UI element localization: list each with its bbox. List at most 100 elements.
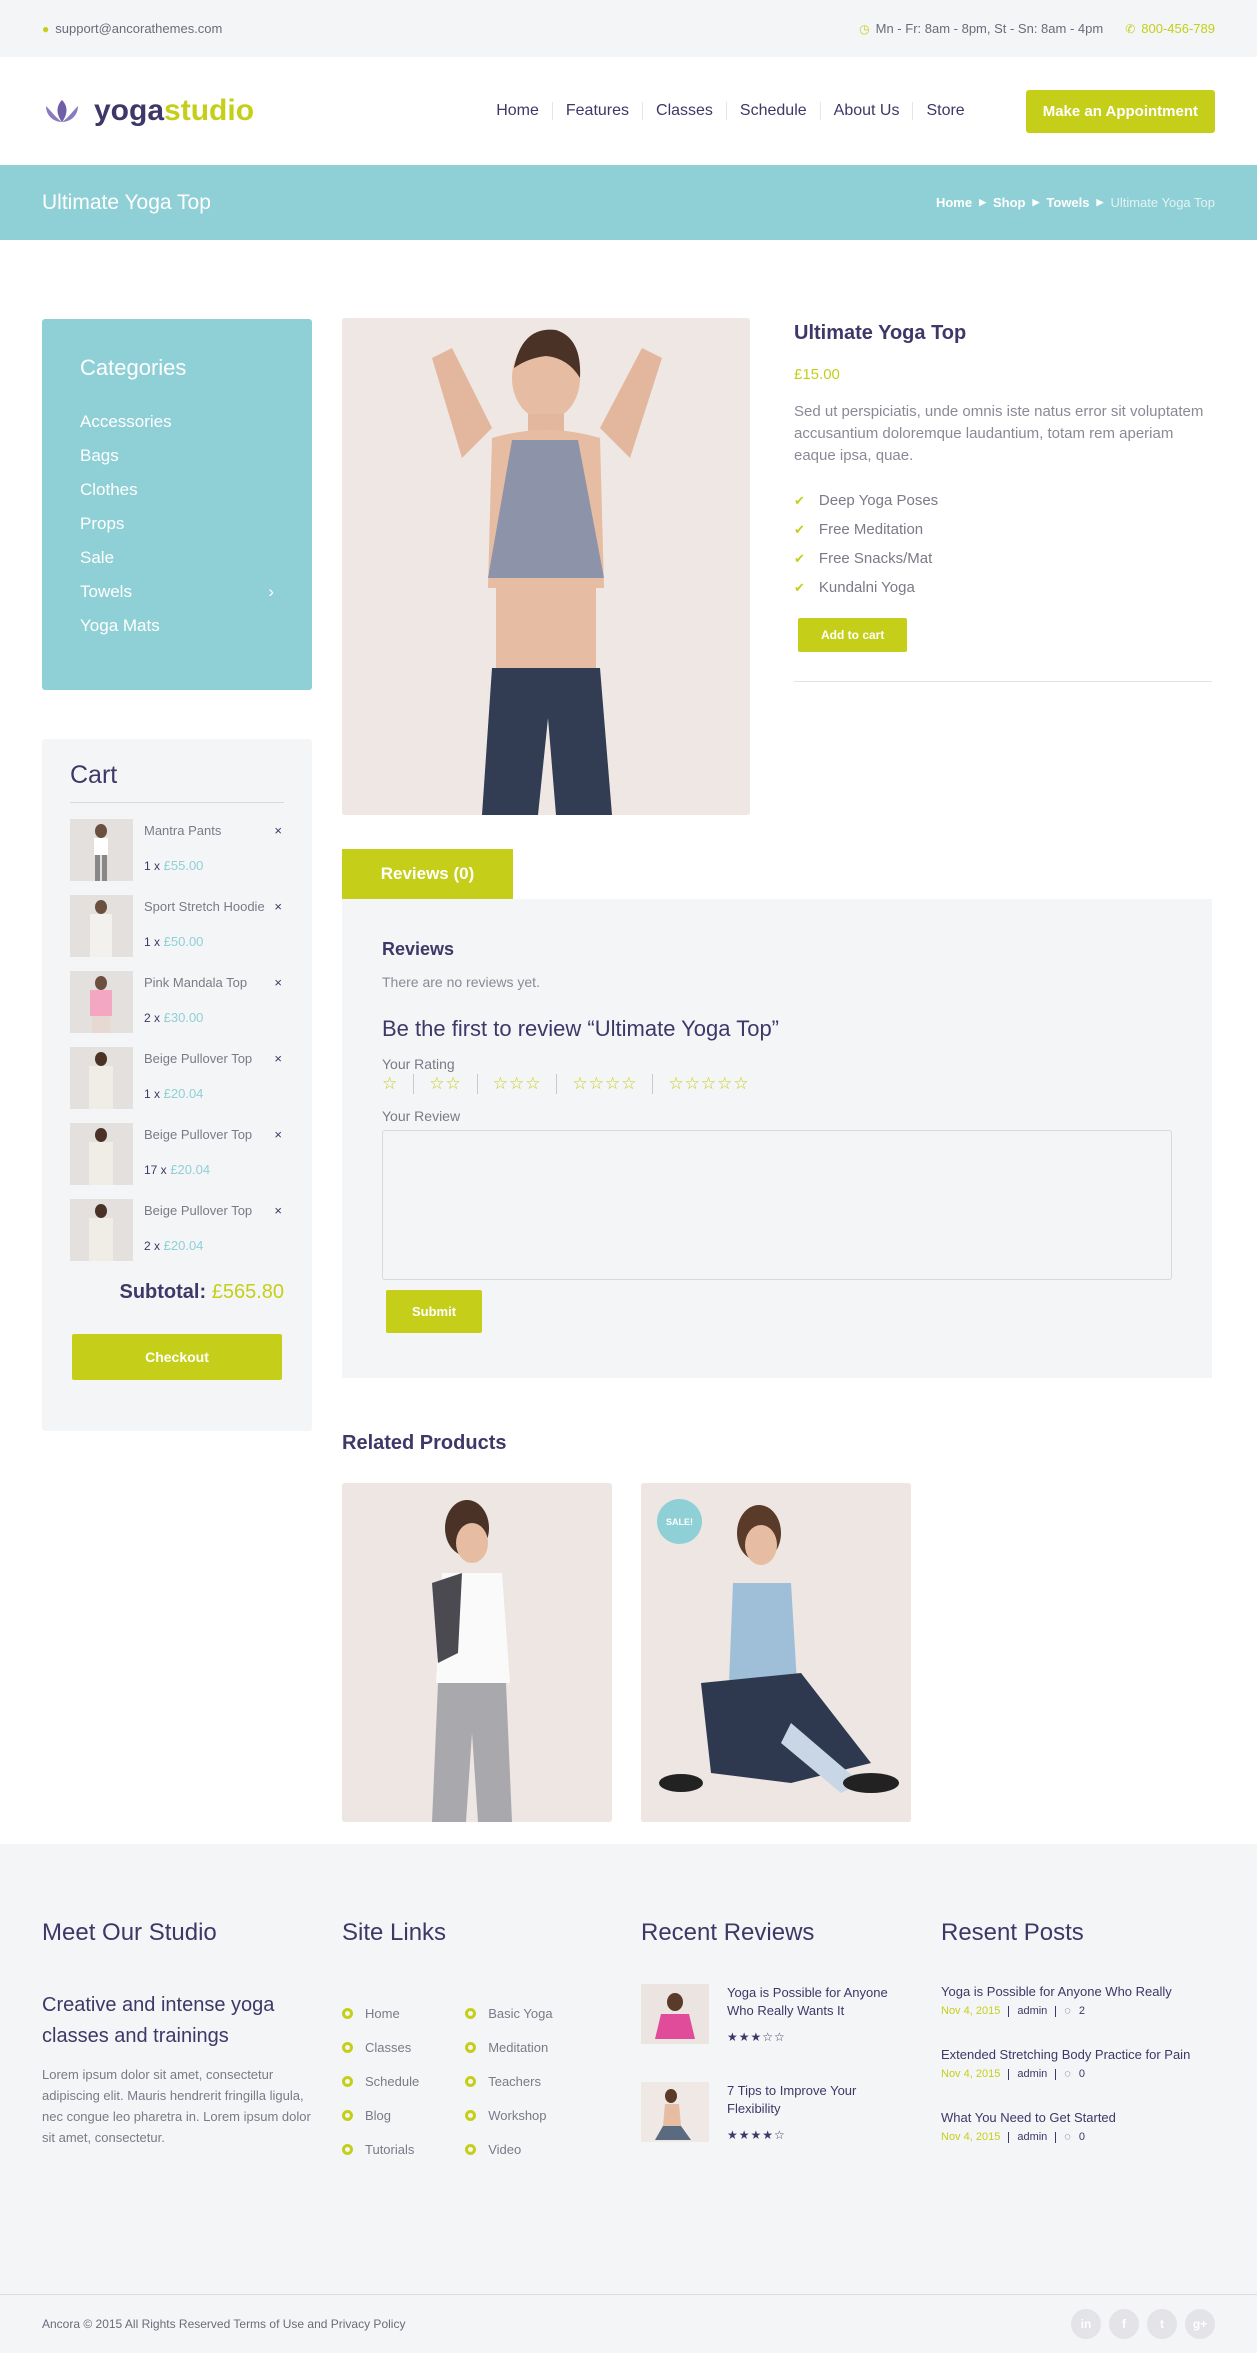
google-plus-icon[interactable]: g+ (1185, 2309, 1215, 2339)
remove-item-button[interactable]: × (274, 899, 282, 914)
recent-post[interactable]: Extended Stretching Body Practice for Pa… (941, 2047, 1221, 2110)
rating-4-stars[interactable]: ☆☆☆☆ (556, 1074, 652, 1094)
product-thumbnail[interactable] (70, 819, 133, 881)
category-clothes[interactable]: Clothes (80, 473, 274, 507)
main-nav: Home Features Classes Schedule About Us … (483, 89, 1215, 133)
footer-link[interactable]: Schedule (342, 2064, 419, 2098)
product-thumbnail[interactable] (70, 1123, 133, 1185)
bullet-icon (465, 2007, 477, 2019)
recent-post[interactable]: What You Need to Get Started Nov 4, 2015… (941, 2110, 1221, 2173)
footer-link[interactable]: Workshop (465, 2098, 552, 2132)
category-bags[interactable]: Bags (80, 439, 274, 473)
nav-schedule[interactable]: Schedule (725, 102, 820, 120)
recent-review[interactable]: Yoga is Possible for Anyone Who Really W… (641, 1984, 911, 2082)
cart-title: Cart (70, 761, 284, 803)
related-product-card[interactable] (342, 1483, 612, 1822)
bullet-icon (342, 2075, 353, 2087)
category-yoga-mats[interactable]: Yoga Mats (80, 609, 274, 643)
crumb-towels[interactable]: Towels (1046, 195, 1089, 210)
bullet-icon (342, 2109, 353, 2121)
review-textarea[interactable] (382, 1130, 1172, 1280)
facebook-icon[interactable]: f (1109, 2309, 1139, 2339)
cart-item-name[interactable]: Mantra Pants (144, 823, 221, 838)
footer-link[interactable]: Basic Yoga (465, 1996, 553, 2030)
footer-posts: Resent Posts Yoga is Possible for Anyone… (941, 1919, 1221, 2173)
nav-classes[interactable]: Classes (642, 102, 726, 120)
bullet-icon (465, 2075, 477, 2087)
cart-item: Beige Pullover Top 17 x £20.04 × (70, 1107, 284, 1185)
rating-2-stars[interactable]: ☆☆ (413, 1074, 476, 1094)
nav-about[interactable]: About Us (819, 102, 913, 120)
product-image[interactable] (342, 318, 750, 815)
footer-link[interactable]: Home (342, 1996, 419, 2030)
categories-title: Categories (80, 355, 187, 380)
rating-1-star[interactable]: ☆ (382, 1074, 413, 1094)
cart-item-name[interactable]: Pink Mandala Top (144, 975, 247, 990)
footer-link[interactable]: Classes (342, 2030, 419, 2064)
footer-studio: Meet Our Studio Creative and intense yog… (42, 1919, 312, 2148)
crumb-current: Ultimate Yoga Top (1110, 195, 1215, 210)
product-description: Sed ut perspiciatis, unde omnis iste nat… (794, 403, 1204, 464)
product-thumbnail[interactable] (70, 895, 133, 957)
review-stars: ★★★☆☆ (727, 2030, 786, 2044)
cart-item-name[interactable]: Beige Pullover Top (144, 1127, 252, 1142)
tumblr-icon[interactable]: t (1147, 2309, 1177, 2339)
checkout-button[interactable]: Checkout (72, 1334, 282, 1380)
footer-links: Site Links Home Classes Schedule Blog Tu… (342, 1919, 612, 2166)
footer-link[interactable]: Blog (342, 2098, 419, 2132)
remove-item-button[interactable]: × (274, 975, 282, 990)
remove-item-button[interactable]: × (274, 1203, 282, 1218)
phone[interactable]: ✆ 800-456-789 (1125, 21, 1215, 36)
header: yogastudio Home Features Classes Schedul… (0, 57, 1257, 165)
product-thumbnail[interactable] (70, 1047, 133, 1109)
remove-item-button[interactable]: × (274, 1051, 282, 1066)
feature-item: ✔ Kundalni Yoga (794, 579, 915, 596)
footer-link[interactable]: Video (465, 2132, 552, 2166)
tab-reviews[interactable]: Reviews (0) (342, 849, 513, 899)
remove-item-button[interactable]: × (274, 1127, 282, 1142)
footer-link[interactable]: Teachers (465, 2064, 552, 2098)
add-to-cart-button[interactable]: Add to cart (798, 618, 908, 652)
rating-3-stars[interactable]: ☆☆☆ (476, 1074, 557, 1094)
cart-item-name[interactable]: Beige Pullover Top (144, 1203, 252, 1218)
category-towels[interactable]: Towels › (80, 575, 274, 609)
page-banner: Ultimate Yoga Top Home ▶ Shop ▶ Towels ▶ Ul… (0, 165, 1257, 240)
copyright: Ancora © 2015 All Rights Reserved Terms … (42, 2317, 406, 2331)
clock-icon: ◷ (859, 22, 870, 36)
category-accessories[interactable]: Accessories (80, 405, 274, 439)
nav-features[interactable]: Features (551, 102, 642, 120)
cart-item-name[interactable]: Beige Pullover Top (144, 1051, 252, 1066)
crumb-shop[interactable]: Shop (993, 195, 1026, 210)
bullet-icon (342, 2143, 353, 2155)
crumb-home[interactable]: Home (936, 195, 972, 210)
remove-item-button[interactable]: × (274, 823, 282, 838)
phone-icon: ✆ (1125, 22, 1136, 36)
product-thumbnail[interactable] (70, 1199, 133, 1261)
review-thumbnail (641, 1984, 709, 2044)
review-thumbnail (641, 2082, 709, 2142)
feature-item: ✔ Free Snacks/Mat (794, 550, 933, 567)
related-product-card[interactable]: SALE! (641, 1483, 911, 1822)
footer-link[interactable]: Tutorials (342, 2132, 419, 2166)
logo[interactable]: yogastudio (42, 94, 254, 128)
recent-review[interactable]: 7 Tips to Improve Your Flexibility ★★★★☆ (641, 2082, 911, 2180)
linkedin-icon[interactable]: in (1071, 2309, 1101, 2339)
rating-5-stars[interactable]: ☆☆☆☆☆ (652, 1074, 764, 1094)
submit-review-button[interactable]: Submit (386, 1290, 482, 1333)
related-products-title: Related Products (342, 1432, 507, 1454)
recent-post[interactable]: Yoga is Possible for Anyone Who Really N… (941, 1984, 1221, 2047)
footer-link[interactable]: Meditation (465, 2030, 552, 2064)
product-thumbnail[interactable] (70, 971, 133, 1033)
category-props[interactable]: Props (80, 507, 274, 541)
check-icon: ✔ (794, 579, 805, 595)
appointment-button[interactable]: Make an Appointment (1025, 89, 1215, 133)
support-email[interactable]: ● support@ancorathemes.com (42, 21, 222, 36)
cart-item-name[interactable]: Sport Stretch Hoodie (144, 899, 265, 914)
category-sale[interactable]: Sale (80, 541, 274, 575)
bullet-icon (465, 2041, 477, 2053)
divider (794, 681, 1212, 682)
bullet-icon (342, 2007, 353, 2019)
footer: Meet Our Studio Creative and intense yog… (0, 1844, 1257, 2294)
nav-home[interactable]: Home (483, 102, 552, 120)
nav-store[interactable]: Store (912, 102, 977, 120)
